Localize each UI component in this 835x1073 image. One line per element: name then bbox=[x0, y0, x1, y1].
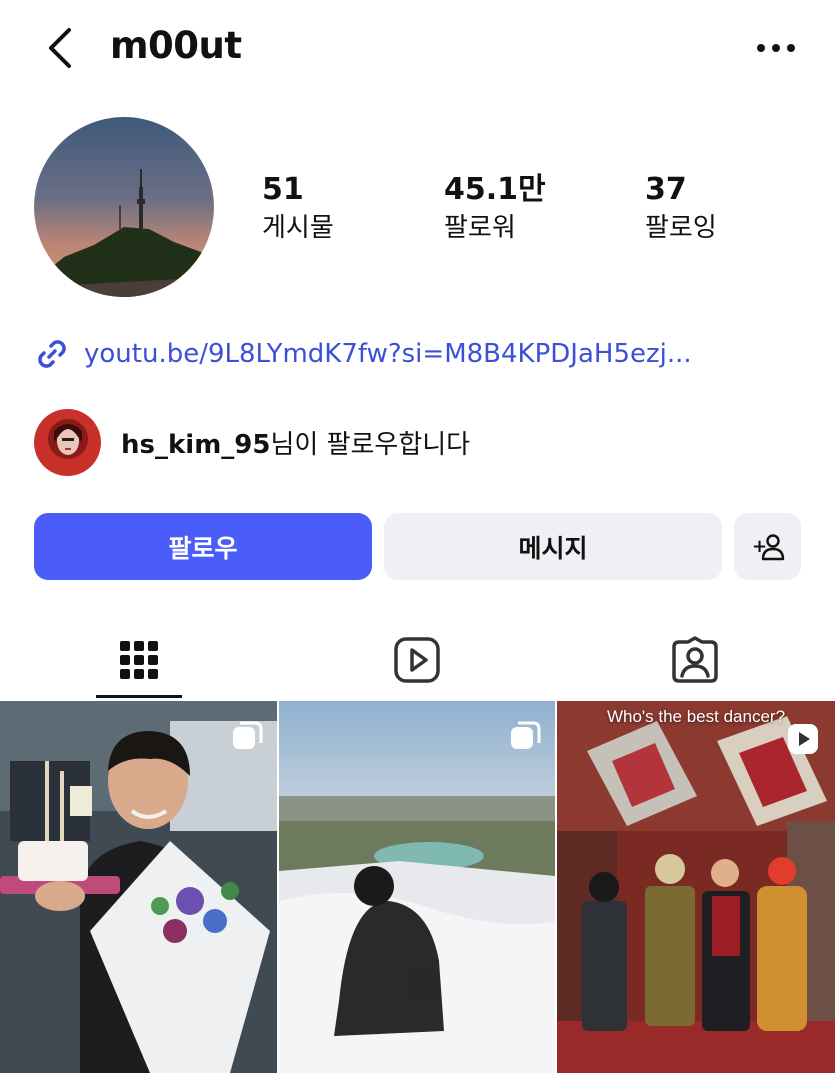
posts-grid: Who's the best dancer? bbox=[0, 701, 835, 1073]
post-image-pamukkale bbox=[279, 701, 555, 1073]
stat-following-label: 팔로잉 bbox=[645, 213, 717, 243]
reel-play-icon bbox=[788, 724, 818, 754]
add-person-icon: + bbox=[752, 533, 784, 560]
follow-button[interactable]: 팔로우 bbox=[34, 513, 372, 580]
tab-grid[interactable] bbox=[0, 620, 278, 700]
followed-by-username[interactable]: hs_kim_95 bbox=[121, 430, 270, 460]
stat-posts: 51 게시물 bbox=[262, 170, 334, 246]
stat-posts-label: 게시물 bbox=[262, 213, 334, 243]
post-thumbnail[interactable] bbox=[279, 701, 555, 1073]
profile-link-text: youtu.be/9L8LYmdK7fw?si=M8B4KPDJaH5ezj..… bbox=[84, 339, 692, 369]
stat-posts-value: 51 bbox=[262, 172, 304, 207]
tab-reels[interactable] bbox=[278, 620, 556, 700]
link-icon bbox=[38, 340, 66, 368]
back-button[interactable] bbox=[36, 22, 84, 74]
followed-by-suffix: 님이 팔로우합니다 bbox=[270, 429, 471, 460]
profile-link[interactable]: youtu.be/9L8LYmdK7fw?si=M8B4KPDJaH5ezj..… bbox=[34, 334, 692, 374]
stat-followers-label: 팔로워 bbox=[444, 213, 516, 243]
follower-avatar bbox=[34, 408, 101, 476]
grid-icon bbox=[120, 641, 158, 679]
profile-tabs bbox=[0, 620, 835, 700]
post-thumbnail[interactable]: Who's the best dancer? bbox=[557, 701, 835, 1073]
stat-following[interactable]: 37 팔로잉 bbox=[645, 170, 717, 246]
top-bar: m00ut bbox=[0, 0, 835, 95]
followed-by-row[interactable]: hs_kim_95님이 팔로우합니다 bbox=[34, 408, 470, 476]
tab-tagged[interactable] bbox=[556, 620, 834, 700]
profile-avatar[interactable] bbox=[34, 117, 214, 297]
avatar-image bbox=[34, 117, 214, 297]
message-button[interactable]: 메시지 bbox=[384, 513, 722, 580]
add-user-button[interactable]: + bbox=[734, 513, 801, 580]
carousel-icon bbox=[233, 721, 263, 749]
tagged-person-icon bbox=[672, 636, 718, 683]
profile-username: m00ut bbox=[110, 24, 242, 67]
chevron-left-icon bbox=[49, 28, 71, 68]
reels-icon bbox=[394, 637, 440, 683]
post-thumbnail[interactable] bbox=[0, 701, 277, 1073]
stat-followers[interactable]: 45.1만 팔로워 bbox=[444, 170, 546, 246]
stat-following-value: 37 bbox=[645, 172, 687, 207]
stat-followers-value: 45.1만 bbox=[444, 172, 546, 207]
followed-by-text: hs_kim_95님이 팔로우합니다 bbox=[121, 424, 470, 461]
more-horizontal-icon bbox=[757, 44, 795, 52]
post-image-birthday bbox=[0, 701, 277, 1073]
active-tab-indicator bbox=[96, 695, 182, 698]
carousel-icon bbox=[511, 721, 541, 749]
more-options-button[interactable] bbox=[748, 28, 804, 68]
